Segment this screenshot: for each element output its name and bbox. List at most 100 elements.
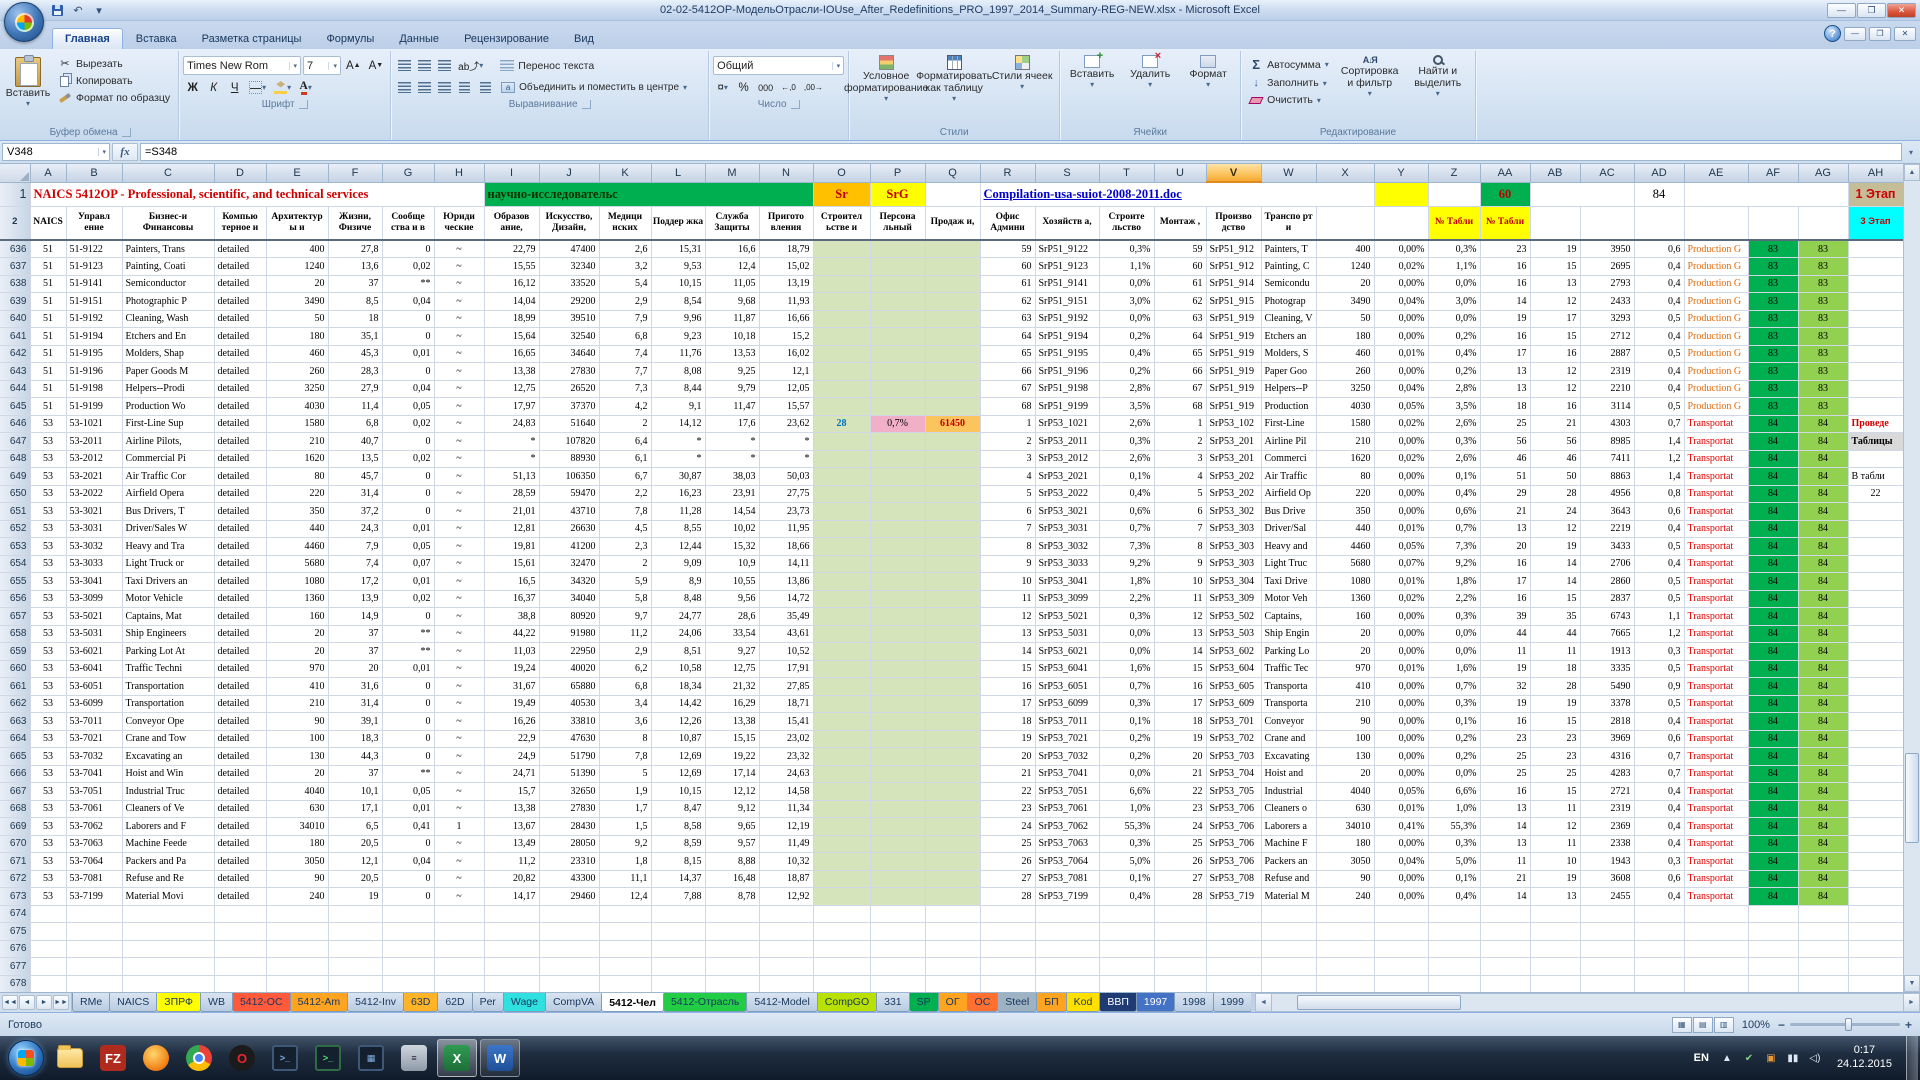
- cell-I677[interactable]: [484, 958, 539, 976]
- cell-H651[interactable]: ~: [434, 503, 484, 521]
- taskbar-firefox-button[interactable]: [136, 1039, 176, 1077]
- cell-U651[interactable]: 6: [1154, 503, 1206, 521]
- cell-Q668[interactable]: [925, 800, 980, 818]
- cell-O665[interactable]: [813, 748, 870, 766]
- cell-S639[interactable]: SrP51_9151: [1035, 293, 1099, 311]
- row-header-647[interactable]: 647: [0, 433, 30, 451]
- cell-S662[interactable]: SrP53_6099: [1035, 695, 1099, 713]
- cell-O656[interactable]: [813, 590, 870, 608]
- cell-AB638[interactable]: 13: [1530, 275, 1580, 293]
- cell-AE661[interactable]: Transportat: [1684, 678, 1748, 696]
- cell-M655[interactable]: 10,55: [705, 573, 759, 591]
- tab-page-layout[interactable]: Разметка страницы: [190, 29, 314, 49]
- cell-N652[interactable]: 11,95: [759, 520, 813, 538]
- cell-S664[interactable]: SrP53_7021: [1035, 730, 1099, 748]
- cell-F651[interactable]: 37,2: [328, 503, 382, 521]
- cell-X667[interactable]: 4040: [1316, 783, 1374, 801]
- cell-T655[interactable]: 1,8%: [1099, 573, 1154, 591]
- row-header-677[interactable]: 677: [0, 958, 30, 976]
- cell-H644[interactable]: ~: [434, 380, 484, 398]
- row-header-676[interactable]: 676: [0, 940, 30, 958]
- cell-AF671[interactable]: 84: [1748, 853, 1798, 871]
- cell-C650[interactable]: Airfield Opera: [122, 485, 214, 503]
- cell-F640[interactable]: 18: [328, 310, 382, 328]
- cell-I637[interactable]: 15,55: [484, 258, 539, 276]
- cell-A669[interactable]: 53: [30, 818, 66, 836]
- cell-AF660[interactable]: 84: [1748, 660, 1798, 678]
- cell-AD667[interactable]: 0,4: [1634, 783, 1684, 801]
- cell-N658[interactable]: 43,61: [759, 625, 813, 643]
- cell-AC654[interactable]: 2706: [1580, 555, 1634, 573]
- cell-AE648[interactable]: Transportat: [1684, 450, 1748, 468]
- cell-O663[interactable]: [813, 713, 870, 731]
- cell-A668[interactable]: 53: [30, 800, 66, 818]
- cell-AG667[interactable]: 84: [1798, 783, 1848, 801]
- cell-J2[interactable]: Искусство, Дизайн,: [539, 206, 599, 240]
- cell-X648[interactable]: 1620: [1316, 450, 1374, 468]
- cell-T673[interactable]: 0,4%: [1099, 888, 1154, 906]
- cell-J660[interactable]: 40020: [539, 660, 599, 678]
- cell-AD650[interactable]: 0,8: [1634, 485, 1684, 503]
- cell-A639[interactable]: 51: [30, 293, 66, 311]
- cell-W645[interactable]: Production: [1261, 398, 1316, 416]
- cell-AF636[interactable]: 83: [1748, 240, 1798, 258]
- cell-AA665[interactable]: 25: [1480, 748, 1530, 766]
- cell-U650[interactable]: 5: [1154, 485, 1206, 503]
- cell-U636[interactable]: 59: [1154, 240, 1206, 258]
- cell-M677[interactable]: [705, 958, 759, 976]
- cell-J655[interactable]: 34320: [539, 573, 599, 591]
- cell-X666[interactable]: 20: [1316, 765, 1374, 783]
- cell-Z643[interactable]: 0,2%: [1428, 363, 1480, 381]
- cell-S637[interactable]: SrP51_9123: [1035, 258, 1099, 276]
- cell-U664[interactable]: 19: [1154, 730, 1206, 748]
- cell-T640[interactable]: 0,0%: [1099, 310, 1154, 328]
- cell-X637[interactable]: 1240: [1316, 258, 1374, 276]
- cell-AF652[interactable]: 84: [1748, 520, 1798, 538]
- column-header-F[interactable]: F: [328, 164, 382, 182]
- cell-Q661[interactable]: [925, 678, 980, 696]
- cell-AC649[interactable]: 8863: [1580, 468, 1634, 486]
- cell-G648[interactable]: 0,02: [382, 450, 434, 468]
- cell-AB658[interactable]: 44: [1530, 625, 1580, 643]
- cell-I669[interactable]: 13,67: [484, 818, 539, 836]
- cell-W637[interactable]: Painting, C: [1261, 258, 1316, 276]
- cell-S640[interactable]: SrP51_9192: [1035, 310, 1099, 328]
- bold-button[interactable]: Ж: [183, 78, 202, 97]
- cell-Y673[interactable]: 0,00%: [1374, 888, 1428, 906]
- sheet-tab-1997[interactable]: 1997: [1136, 993, 1175, 1012]
- cell-AF638[interactable]: 83: [1748, 275, 1798, 293]
- cell-D639[interactable]: detailed: [214, 293, 266, 311]
- cell-D673[interactable]: detailed: [214, 888, 266, 906]
- cell-V655[interactable]: SrP53_304: [1206, 573, 1261, 591]
- sheet-tab-1998[interactable]: 1998: [1174, 993, 1213, 1012]
- cell-AH670[interactable]: [1848, 835, 1903, 853]
- row-header-666[interactable]: 666: [0, 765, 30, 783]
- cell-AF661[interactable]: 84: [1748, 678, 1798, 696]
- scroll-left-arrow[interactable]: ◄: [1255, 993, 1272, 1012]
- cell-X664[interactable]: 100: [1316, 730, 1374, 748]
- cell-Q672[interactable]: [925, 870, 980, 888]
- autosum-button[interactable]: ΣАвтосумма▾: [1245, 55, 1333, 74]
- cell-C668[interactable]: Cleaners of Ve: [122, 800, 214, 818]
- cell-G659[interactable]: **: [382, 643, 434, 661]
- cell-I659[interactable]: 11,03: [484, 643, 539, 661]
- cell-X674[interactable]: [1316, 905, 1374, 923]
- cell-T653[interactable]: 7,3%: [1099, 538, 1154, 556]
- cell-X647[interactable]: 210: [1316, 433, 1374, 451]
- cell-W674[interactable]: [1261, 905, 1316, 923]
- cell-AB637[interactable]: 15: [1530, 258, 1580, 276]
- cell-AE636[interactable]: Production G: [1684, 240, 1748, 258]
- cell-Z677[interactable]: [1428, 958, 1480, 976]
- cell-AE647[interactable]: Transportat: [1684, 433, 1748, 451]
- cell-AB671[interactable]: 10: [1530, 853, 1580, 871]
- cell-X662[interactable]: 210: [1316, 695, 1374, 713]
- cell-Y662[interactable]: 0,00%: [1374, 695, 1428, 713]
- cell-U644[interactable]: 67: [1154, 380, 1206, 398]
- cell-C670[interactable]: Machine Feede: [122, 835, 214, 853]
- cell-G657[interactable]: 0: [382, 608, 434, 626]
- cell-D650[interactable]: detailed: [214, 485, 266, 503]
- last-sheet-button[interactable]: ►►: [53, 995, 69, 1010]
- cell-T675[interactable]: [1099, 923, 1154, 941]
- cell-F2[interactable]: Жизни, Физиче: [328, 206, 382, 240]
- cell-G667[interactable]: 0,05: [382, 783, 434, 801]
